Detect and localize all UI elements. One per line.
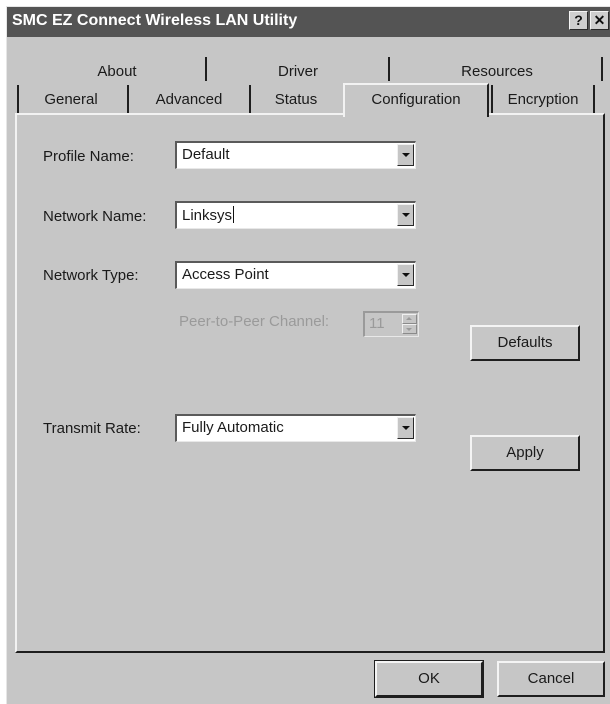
help-icon: ? (574, 12, 583, 28)
tab-general[interactable]: General (21, 87, 121, 113)
channel-value: 11 (369, 315, 385, 332)
transmit-rate-combo[interactable]: Fully Automatic (175, 414, 416, 442)
tab-divider (593, 85, 595, 113)
close-icon: ✕ (593, 12, 606, 28)
network-name-dropdown-button[interactable] (397, 204, 414, 226)
window-title: SMC EZ Connect Wireless LAN Utility (12, 12, 298, 29)
tab-divider (127, 85, 129, 113)
help-button[interactable]: ? (569, 11, 588, 30)
tab-divider (491, 85, 493, 113)
channel-label: Peer-to-Peer Channel: (179, 313, 330, 330)
profile-name-combo[interactable]: Default (175, 141, 416, 169)
tab-driver[interactable]: Driver (213, 59, 383, 85)
dialog-window: SMC EZ Connect Wireless LAN Utility ? ✕ … (6, 6, 610, 704)
network-name-value: Linksys (182, 207, 233, 224)
chevron-down-icon (402, 426, 410, 430)
arrow-down-icon (406, 328, 412, 331)
profile-name-dropdown-button[interactable] (397, 144, 414, 166)
text-cursor (233, 206, 235, 223)
configuration-page (15, 113, 605, 653)
defaults-button[interactable]: Defaults (470, 325, 580, 361)
tab-divider (205, 57, 207, 81)
profile-name-label: Profile Name: (43, 148, 134, 165)
tab-status[interactable]: Status (253, 87, 339, 113)
close-button[interactable]: ✕ (590, 11, 609, 30)
tab-divider (17, 85, 19, 113)
tab-encryption[interactable]: Encryption (495, 87, 591, 113)
tab-configuration[interactable]: Configuration (343, 83, 489, 117)
tab-divider (388, 57, 390, 81)
arrow-up-icon (406, 317, 412, 320)
network-type-dropdown-button[interactable] (397, 264, 414, 286)
network-type-combo[interactable]: Access Point (175, 261, 416, 289)
spin-down-button[interactable] (402, 324, 417, 334)
apply-button[interactable]: Apply (470, 435, 580, 471)
chevron-down-icon (402, 213, 410, 217)
tab-divider (601, 57, 603, 81)
channel-stepper[interactable]: 11 (363, 311, 419, 337)
network-type-label: Network Type: (43, 267, 139, 284)
network-name-combo[interactable]: Linksys (175, 201, 416, 229)
chevron-down-icon (402, 153, 410, 157)
channel-spin-buttons[interactable] (402, 314, 417, 334)
network-name-input[interactable]: Linksys (182, 206, 235, 224)
network-name-label: Network Name: (43, 208, 147, 225)
tab-divider (249, 85, 251, 113)
network-type-value: Access Point (182, 266, 269, 283)
cancel-button[interactable]: Cancel (497, 661, 605, 697)
transmit-rate-label: Transmit Rate: (43, 420, 141, 437)
tab-about[interactable]: About (37, 59, 197, 85)
ok-button[interactable]: OK (374, 660, 484, 698)
profile-name-value: Default (182, 146, 230, 163)
tab-resources[interactable]: Resources (397, 59, 597, 85)
transmit-rate-value: Fully Automatic (182, 419, 284, 436)
chevron-down-icon (402, 273, 410, 277)
spin-up-button[interactable] (402, 314, 417, 324)
transmit-rate-dropdown-button[interactable] (397, 417, 414, 439)
title-bar[interactable]: SMC EZ Connect Wireless LAN Utility ? ✕ (7, 7, 610, 37)
tab-advanced[interactable]: Advanced (133, 87, 245, 113)
